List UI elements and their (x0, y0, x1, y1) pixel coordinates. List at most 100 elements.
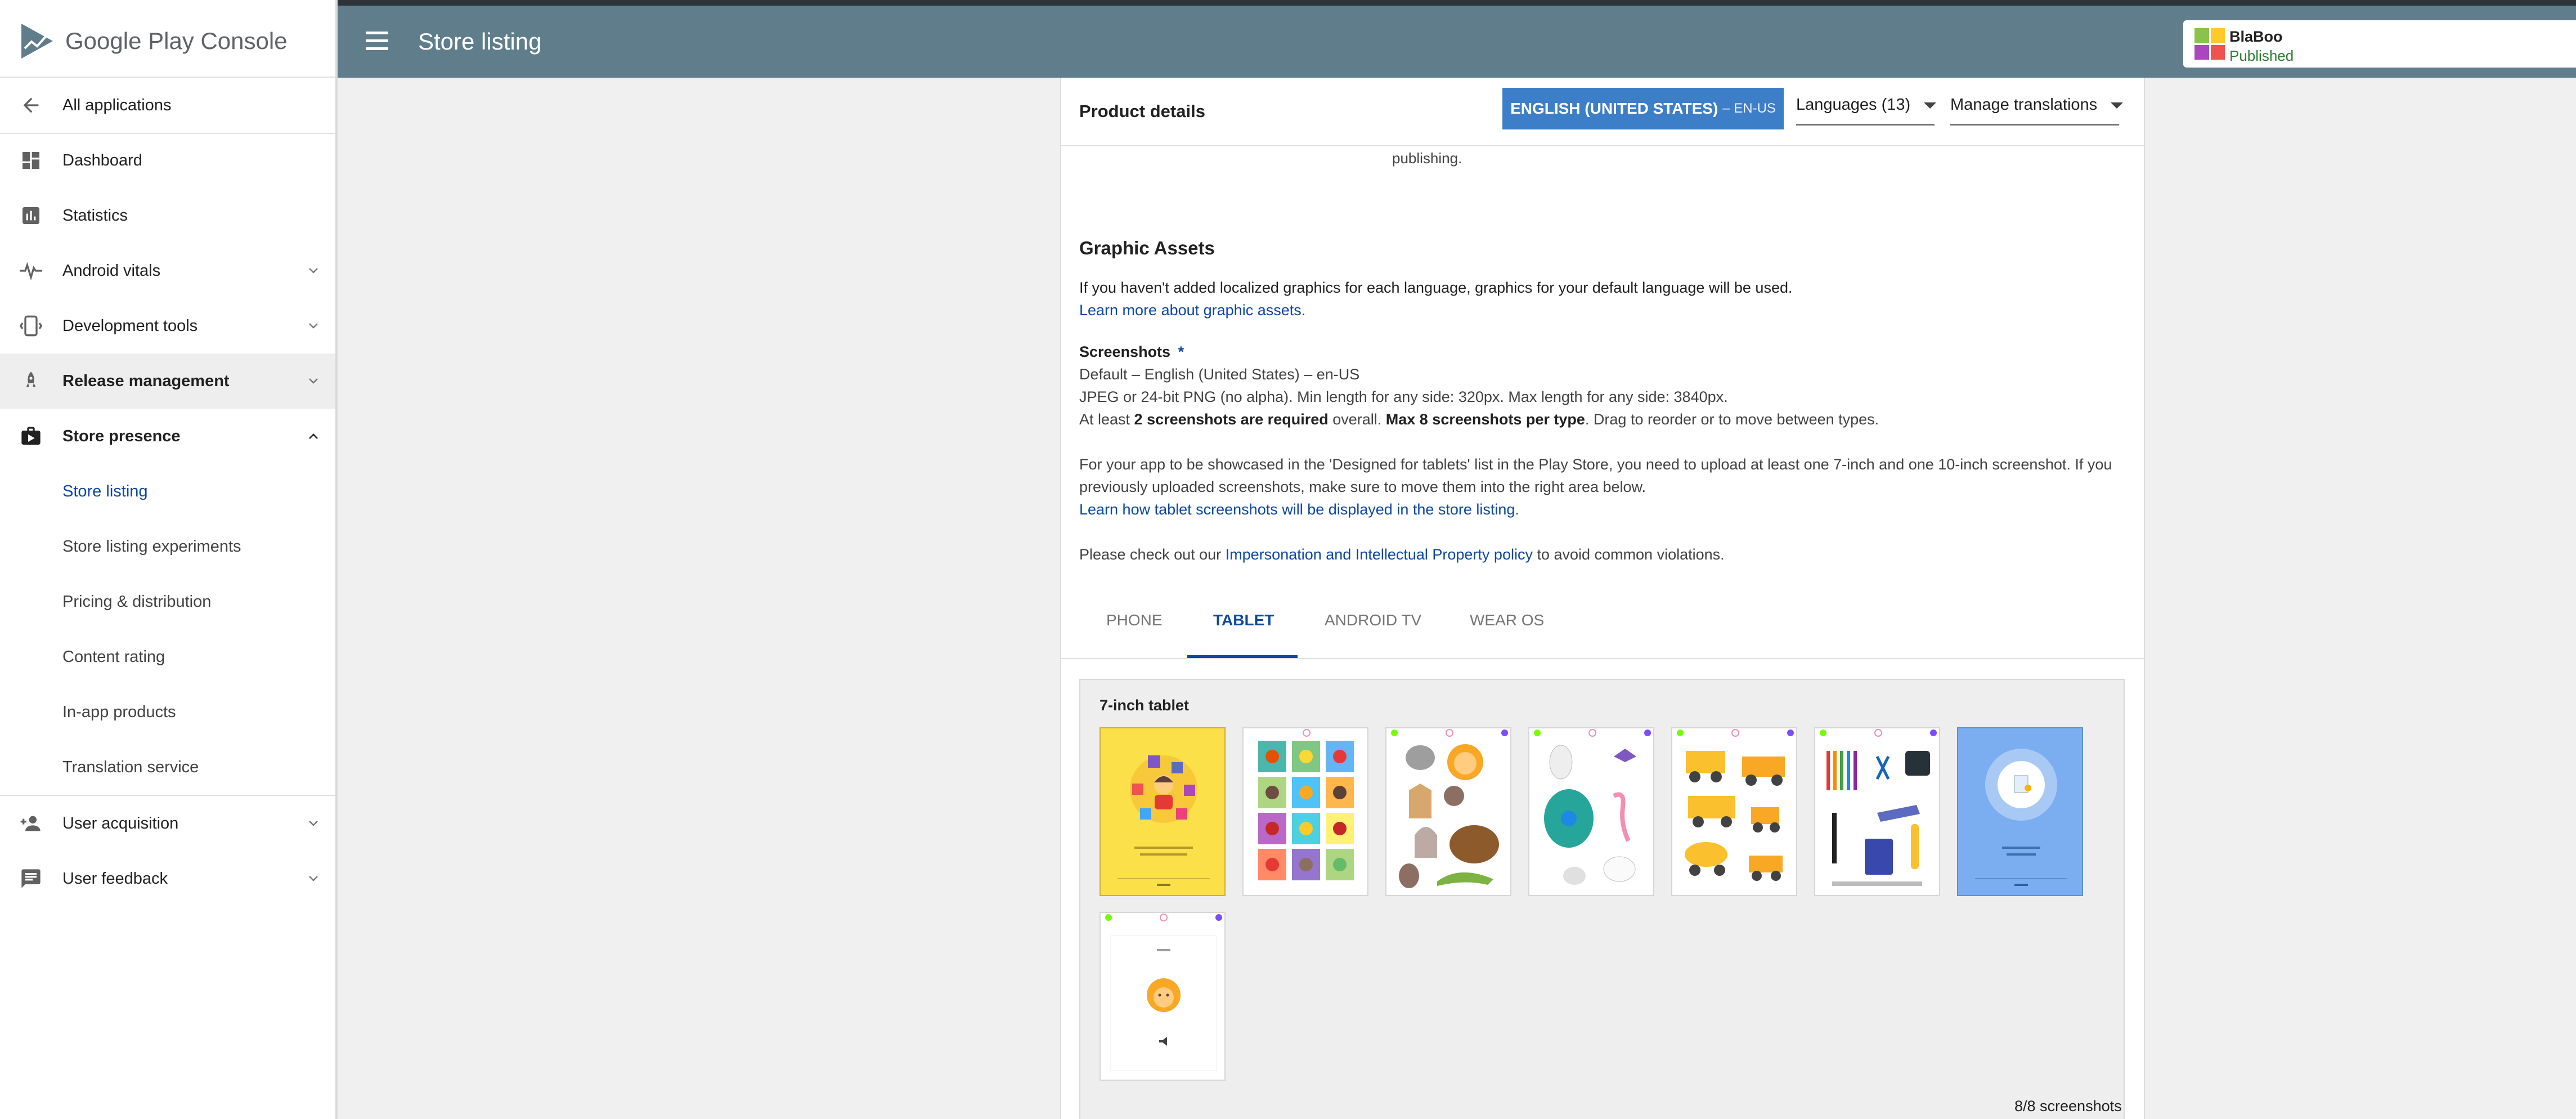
screenshot-thumbnail[interactable] (1385, 727, 1511, 896)
sidebar-subitem-store-listing[interactable]: Store listing (0, 464, 335, 519)
phone-tools-icon (18, 313, 44, 339)
policy-text: Please check out our (1079, 546, 1226, 563)
screenshot-thumbnail[interactable] (1099, 727, 1226, 896)
store-listing-card: Product details ENGLISH (UNITED STATES) … (1060, 78, 2145, 1119)
requirement-bold: 2 screenshots are required (1134, 411, 1329, 428)
language-name: ENGLISH (UNITED STATES) (1510, 100, 1718, 117)
tab-wear-os[interactable]: WEAR OS (1470, 611, 1544, 629)
chevron-down-icon[interactable] (306, 374, 321, 388)
sidebar-item-label: Release management (62, 371, 230, 390)
screenshot-thumbnail[interactable] (1957, 727, 2083, 896)
sidebar-item-label: User feedback (62, 869, 168, 888)
sidebar-item-store-presence[interactable]: Store presence (0, 409, 335, 464)
sidebar-subitem-label: Content rating (62, 647, 165, 666)
app-name: BlaBoo (2229, 28, 2283, 45)
screenshot-count: 8/8 screenshots (2014, 1098, 2122, 1114)
graphic-assets-intro: If you haven't added localized graphics … (1079, 279, 1793, 296)
bar-chart-icon (18, 203, 44, 229)
product-details-title: Product details (1079, 101, 1205, 121)
sidebar-subitem-label: Store listing (62, 482, 148, 500)
graphic-assets-title: Graphic Assets (1079, 238, 1215, 258)
sidebar-item-user-feedback[interactable]: User feedback (0, 851, 335, 906)
feedback-icon (18, 866, 44, 892)
manage-translations-label: Manage translations (1950, 96, 2098, 114)
sidebar-subitem-label: Translation service (62, 758, 199, 776)
sidebar-item-user-acquisition[interactable]: User acquisition (0, 796, 335, 851)
manage-translations-dropdown[interactable]: Manage translations (1950, 96, 2124, 126)
screenshot-thumbnail[interactable] (1242, 727, 1368, 896)
required-mark: * (1178, 343, 1184, 360)
pulse-icon (18, 258, 44, 284)
default-language-button[interactable]: ENGLISH (UNITED STATES) – EN-US (1502, 88, 1784, 129)
add-user-icon (18, 811, 44, 836)
arrow-left-icon (18, 92, 44, 118)
sidebar-item-development-tools[interactable]: Development tools (0, 298, 335, 353)
shopping-bag-icon (18, 423, 44, 449)
tablet-screenshots-link[interactable]: Learn how tablet screenshots will be dis… (1079, 501, 1519, 518)
tab-phone[interactable]: PHONE (1106, 611, 1163, 629)
requirement-text: . Drag to reorder or to move between typ… (1585, 411, 1879, 428)
sidebar-item-statistics[interactable]: Statistics (0, 188, 335, 243)
sidebar-item-label: Dashboard (62, 151, 142, 169)
play-console-logo[interactable]: Google Play Console (20, 21, 288, 61)
panel-title: 7-inch tablet (1099, 697, 1190, 714)
sidebar-subitem-pricing-distribution[interactable]: Pricing & distribution (0, 574, 335, 629)
screenshot-thumbnail[interactable] (1671, 727, 1797, 896)
screenshot-thumbnail[interactable] (1099, 912, 1226, 1081)
screenshots-label: Screenshots * (1079, 343, 1184, 361)
top-strip (0, 0, 2576, 6)
tablet-info-line: For your app to be showcased in the 'Des… (1079, 456, 2112, 473)
tablet-info-line: previously uploaded screenshots, make su… (1079, 478, 1646, 495)
default-language-line: Default – English (United States) – en-U… (1079, 366, 1360, 383)
app-header: Store listing BlaBoo Published (338, 6, 2576, 78)
screenshot-thumbnail[interactable] (1814, 727, 1940, 896)
seven-inch-tablet-panel: 7-inch tablet 8/8 screenshots (1079, 679, 2125, 1119)
learn-graphic-assets-link[interactable]: Learn more about graphic assets. (1079, 302, 1305, 319)
menu-icon[interactable] (366, 32, 388, 51)
sidebar-item-all-applications[interactable]: All applications (0, 78, 335, 133)
chevron-up-icon[interactable] (306, 429, 321, 444)
sidebar-item-release-management[interactable]: Release management (0, 353, 335, 409)
app-icon (2194, 28, 2225, 60)
policy-text: to avoid common violations. (1532, 546, 1725, 563)
sidebar-item-label: Store presence (62, 427, 181, 445)
screenshot-count-requirement: At least 2 screenshots are required over… (1079, 411, 1879, 428)
requirement-bold: Max 8 screenshots per type (1385, 411, 1585, 428)
sidebar-subitem-label: Pricing & distribution (62, 592, 212, 611)
sidebar-subitem-translation-service[interactable]: Translation service (0, 740, 335, 795)
rocket-icon (18, 368, 44, 394)
sidebar-item-label: Android vitals (62, 261, 161, 280)
tab-android-tv[interactable]: ANDROID TV (1325, 611, 1421, 629)
caret-down-icon (1924, 102, 1937, 109)
sidebar-item-label: User acquisition (62, 814, 179, 832)
sidebar-subitem-label: In-app products (62, 702, 176, 721)
product-details-header: Product details ENGLISH (UNITED STATES) … (1061, 78, 2144, 146)
chevron-down-icon[interactable] (306, 319, 321, 333)
tab-tablet[interactable]: TABLET (1213, 611, 1274, 629)
policy-line: Please check out our Impersonation and I… (1079, 546, 1725, 563)
chevron-down-icon[interactable] (306, 871, 321, 886)
sidebar-item-label: Development tools (62, 316, 198, 335)
sidebar-subitem-label: Store listing experiments (62, 537, 241, 556)
sidebar: Google Play Console All applications Das… (0, 0, 338, 1119)
sidebar-subitem-in-app-products[interactable]: In-app products (0, 684, 335, 740)
languages-dropdown[interactable]: Languages (13) (1796, 96, 1937, 126)
screenshots-label-text: Screenshots (1079, 343, 1171, 360)
sidebar-subitem-content-rating[interactable]: Content rating (0, 629, 335, 684)
app-selector[interactable]: BlaBoo Published (2183, 20, 2576, 68)
logo-text: Google Play Console (65, 28, 288, 54)
chevron-down-icon[interactable] (306, 263, 321, 278)
app-status: Published (2229, 47, 2294, 64)
language-code: – EN-US (1722, 101, 1776, 116)
sidebar-item-label: All applications (62, 96, 172, 114)
play-console-logo-icon (20, 23, 54, 60)
chevron-down-icon[interactable] (306, 816, 321, 831)
cut-off-text: publishing. (1392, 150, 1462, 167)
sidebar-item-dashboard[interactable]: Dashboard (0, 133, 335, 188)
sidebar-item-android-vitals[interactable]: Android vitals (0, 243, 335, 298)
screenshot-thumbnail[interactable] (1528, 727, 1654, 896)
impersonation-policy-link[interactable]: Impersonation and Intellectual Property … (1226, 546, 1533, 563)
languages-dropdown-label: Languages (13) (1796, 96, 1911, 114)
tabs-divider (1061, 658, 2144, 659)
sidebar-subitem-store-listing-experiments[interactable]: Store listing experiments (0, 519, 335, 574)
